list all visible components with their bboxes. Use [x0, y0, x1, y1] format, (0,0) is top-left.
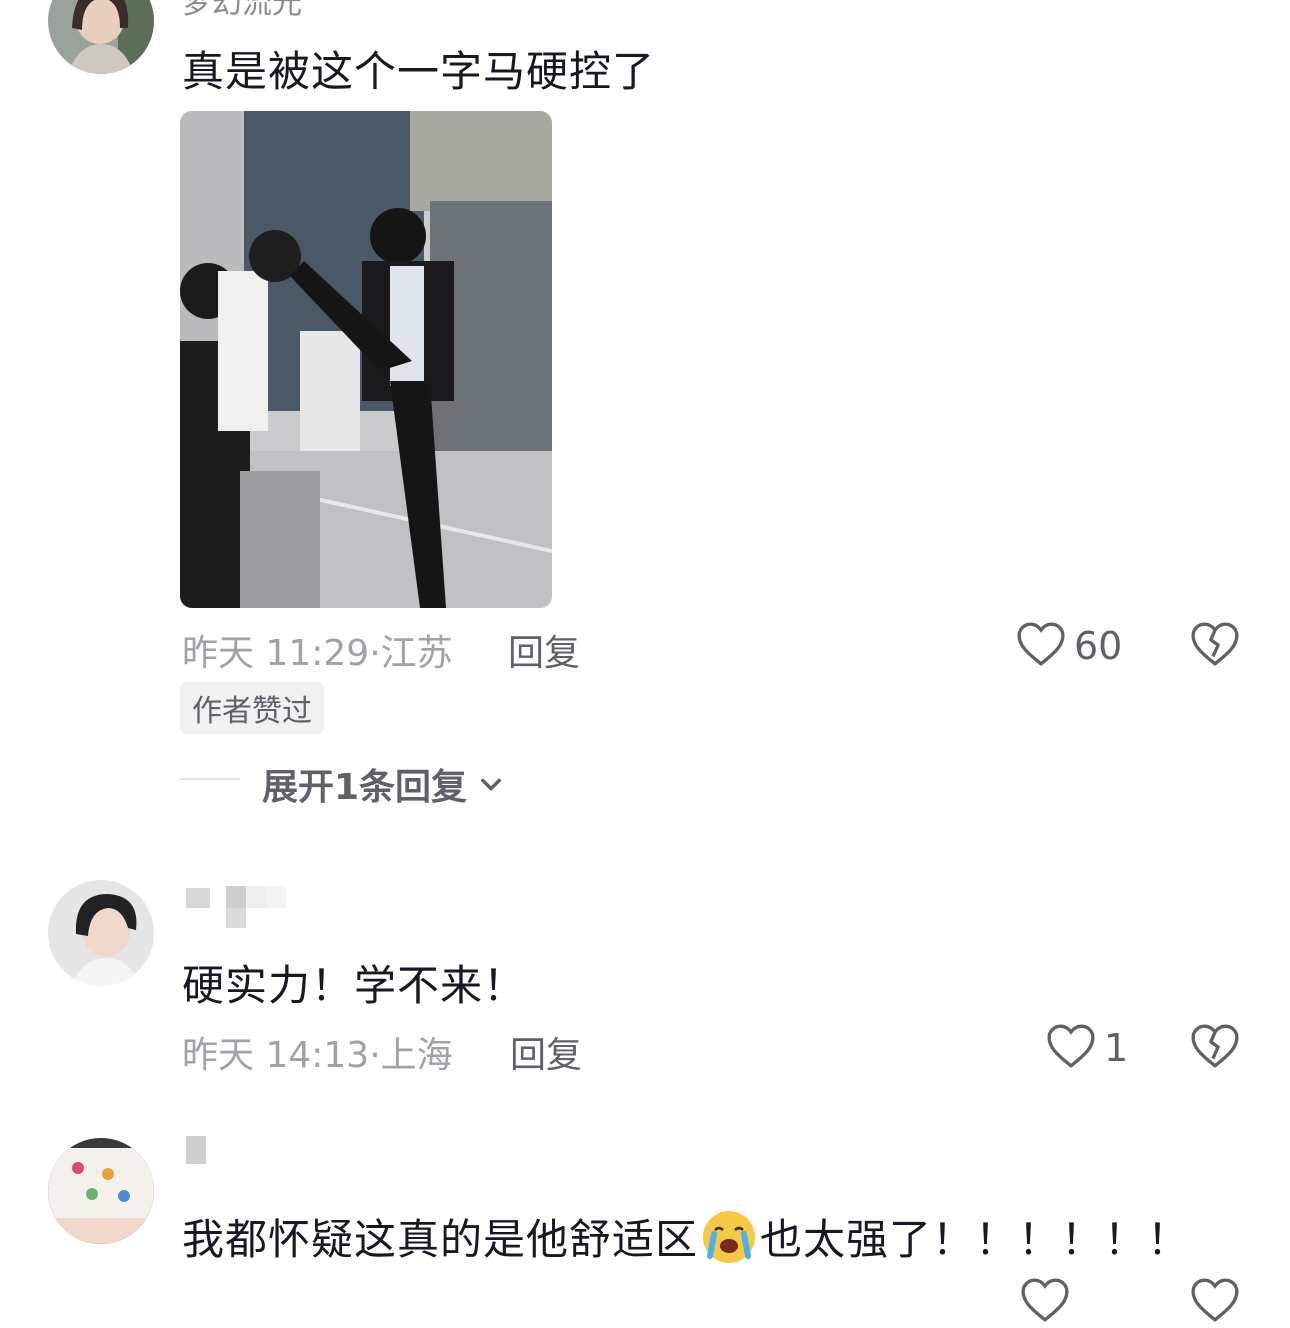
- user-avatar[interactable]: [48, 1138, 154, 1244]
- comment-location: 上海: [380, 1035, 453, 1076]
- comment-text-main: 我都怀疑这真的是他舒适区: [182, 1215, 699, 1264]
- username-mosaic: [226, 886, 288, 928]
- username-mosaic: [186, 1136, 206, 1164]
- comment-text: 硬实力！学不来！: [182, 961, 527, 1010]
- heart-icon: [1017, 622, 1065, 666]
- username-mosaic: [186, 888, 210, 908]
- comment-time: 昨天 11:29: [182, 633, 370, 674]
- meta-separator: ·: [369, 633, 381, 674]
- comment-meta: 昨天 14:13·上海: [182, 1026, 453, 1078]
- comment-meta: 昨天 11:29·江苏: [182, 624, 453, 676]
- expand-replies-label: 展开1条回复: [262, 767, 468, 808]
- dislike-button[interactable]: [1190, 1022, 1240, 1074]
- heart-icon: [1021, 1278, 1069, 1322]
- comment-time: 昨天 14:13: [182, 1035, 370, 1076]
- like-count: 60: [1074, 624, 1123, 668]
- username[interactable]: 梦幻流光: [182, 0, 302, 22]
- dislike-button[interactable]: [1190, 1276, 1240, 1328]
- comment-location: 江苏: [380, 633, 453, 674]
- reply-button[interactable]: 回复: [510, 1026, 582, 1078]
- crying-emoji-icon: [700, 1208, 758, 1266]
- comment-text: 我都怀疑这真的是他舒适区 也太强了！！！！！！: [182, 1206, 1190, 1267]
- broken-heart-icon: [1191, 622, 1239, 666]
- like-count: 1: [1104, 1026, 1129, 1070]
- broken-heart-icon: [1191, 1278, 1239, 1322]
- comment-text: 真是被这个一字马硬控了: [182, 47, 656, 96]
- dislike-button[interactable]: [1190, 620, 1240, 672]
- expand-replies-button[interactable]: 展开1条回复: [262, 758, 505, 810]
- comment-photo[interactable]: [180, 111, 552, 608]
- broken-heart-icon: [1191, 1024, 1239, 1068]
- reply-button[interactable]: 回复: [508, 624, 580, 676]
- like-button[interactable]: [1046, 1022, 1096, 1074]
- like-button[interactable]: [1020, 1276, 1070, 1328]
- user-avatar[interactable]: [48, 880, 154, 986]
- meta-separator: ·: [369, 1035, 381, 1076]
- user-avatar[interactable]: [48, 0, 154, 74]
- divider: [180, 778, 240, 780]
- chevron-down-icon: [481, 778, 501, 791]
- comment-text-suffix: 也太强了！！！！！！: [760, 1215, 1191, 1264]
- author-liked-badge: 作者赞过: [180, 682, 324, 734]
- heart-icon: [1047, 1024, 1095, 1068]
- like-button[interactable]: [1016, 620, 1066, 672]
